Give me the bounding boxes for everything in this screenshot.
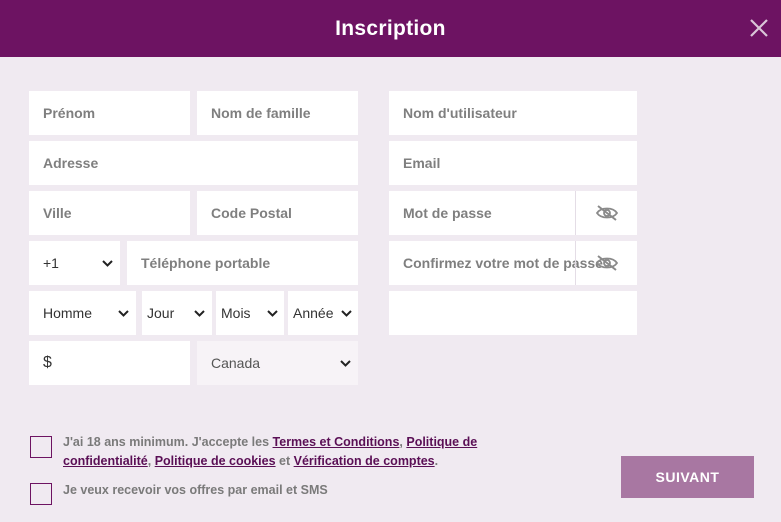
- currency-field[interactable]: $: [29, 341, 190, 385]
- currency-value: $: [43, 354, 52, 371]
- gender-value: Homme: [43, 305, 93, 321]
- chevron-down-icon: [340, 360, 351, 367]
- last-name-input[interactable]: [197, 91, 358, 135]
- gender-select[interactable]: Homme: [29, 291, 136, 335]
- chevron-down-icon: [267, 310, 278, 317]
- and-text: et: [275, 454, 294, 468]
- username-field[interactable]: [389, 91, 637, 135]
- phone-code-select[interactable]: +1: [29, 241, 120, 285]
- eye-off-icon[interactable]: [595, 204, 619, 222]
- country-value: Canada: [211, 355, 261, 371]
- first-name-field[interactable]: [29, 91, 190, 135]
- modal-title: Inscription: [335, 17, 446, 40]
- chevron-down-icon: [341, 310, 352, 317]
- email-field[interactable]: [389, 141, 637, 185]
- sms-checkbox[interactable]: [30, 483, 52, 505]
- confirm-password-field[interactable]: [389, 241, 637, 285]
- postal-code-input[interactable]: [197, 191, 358, 235]
- terms-text: J'ai 18 ans minimum. J'accepte les Terme…: [63, 433, 543, 471]
- year-value: Année: [293, 305, 334, 321]
- divider: [575, 191, 576, 235]
- email-input[interactable]: [389, 141, 637, 185]
- first-name-input[interactable]: [29, 91, 190, 135]
- phone-code-value: +1: [43, 255, 59, 271]
- verification-link[interactable]: Vérification de comptes: [294, 454, 435, 468]
- extra-input[interactable]: [389, 291, 637, 335]
- sms-label: Je veux recevoir vos offres par email et…: [63, 483, 328, 497]
- chevron-down-icon: [118, 310, 129, 317]
- postal-code-field[interactable]: [197, 191, 358, 235]
- divider: [575, 241, 576, 285]
- terms-checkbox[interactable]: [30, 436, 52, 458]
- year-select[interactable]: Année: [288, 291, 358, 335]
- next-button[interactable]: SUIVANT: [621, 456, 754, 498]
- city-field[interactable]: [29, 191, 190, 235]
- extra-field[interactable]: [389, 291, 637, 335]
- password-field[interactable]: [389, 191, 637, 235]
- separator: ,: [147, 454, 155, 468]
- modal-header: Inscription: [0, 0, 781, 57]
- city-input[interactable]: [29, 191, 190, 235]
- address-field[interactable]: [29, 141, 358, 185]
- cookies-link[interactable]: Politique de cookies: [155, 454, 276, 468]
- eye-off-icon[interactable]: [595, 254, 619, 272]
- password-input[interactable]: [389, 191, 575, 235]
- country-select[interactable]: Canada: [197, 341, 358, 385]
- period: .: [434, 454, 439, 468]
- chevron-down-icon: [194, 310, 205, 317]
- month-select[interactable]: Mois: [216, 291, 284, 335]
- last-name-field[interactable]: [197, 91, 358, 135]
- username-input[interactable]: [389, 91, 637, 135]
- chevron-down-icon: [102, 260, 113, 267]
- address-input[interactable]: [29, 141, 358, 185]
- terms-prefix: J'ai 18 ans minimum. J'accepte les: [63, 435, 273, 449]
- day-select[interactable]: Jour: [142, 291, 212, 335]
- day-value: Jour: [147, 305, 175, 321]
- terms-link[interactable]: Termes et Conditions: [273, 435, 400, 449]
- close-icon[interactable]: [748, 17, 770, 39]
- mobile-phone-field[interactable]: [127, 241, 358, 285]
- mobile-phone-input[interactable]: [127, 241, 358, 285]
- month-value: Mois: [221, 305, 251, 321]
